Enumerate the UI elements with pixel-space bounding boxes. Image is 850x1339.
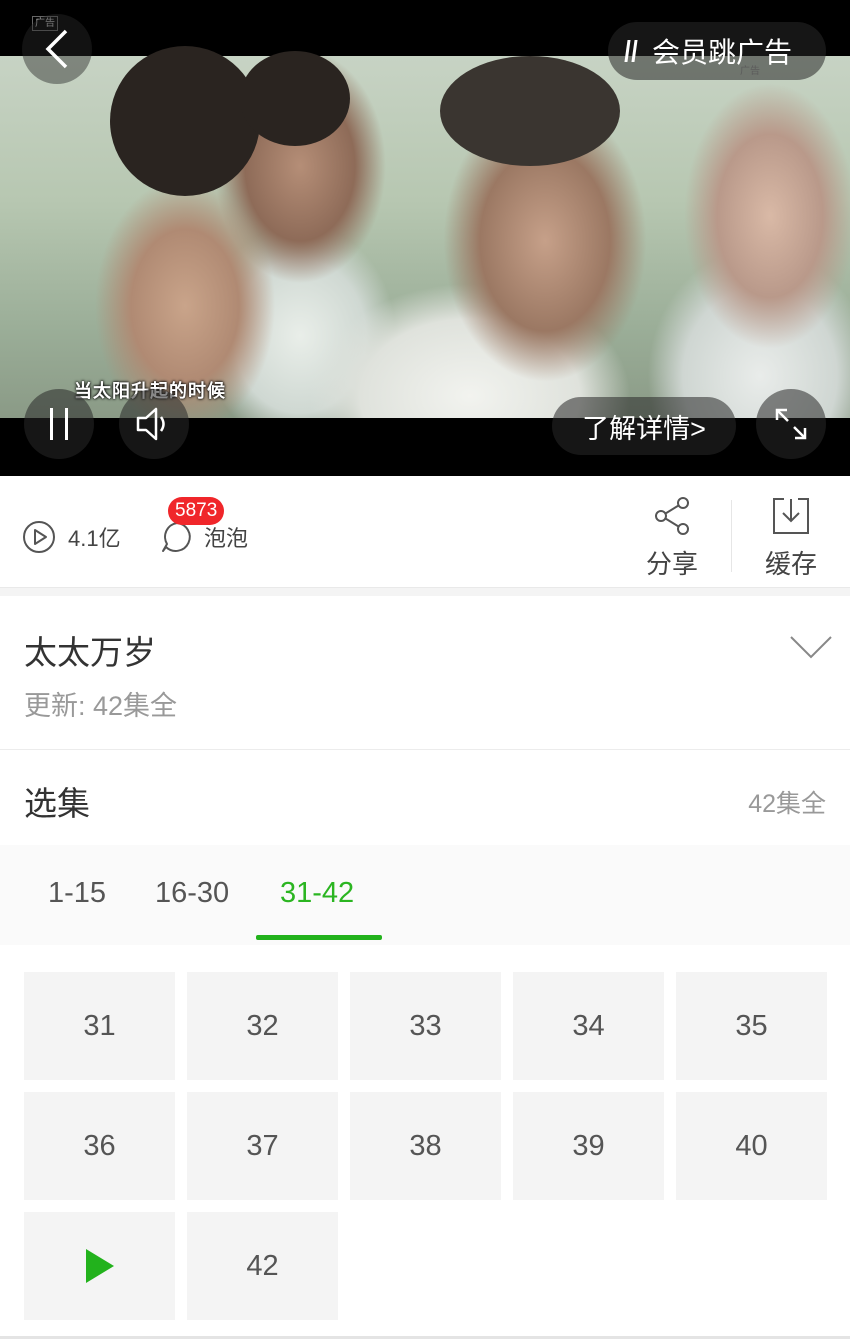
hair-shape [440,56,620,166]
episodes-title: 选集 [24,785,90,822]
share-icon [655,497,689,535]
episode-range-tabs: 1-15 16-30 31-42 [0,845,850,945]
play-count: 4.1亿 [22,520,121,554]
active-tab-indicator [256,935,382,940]
stats-bar: 4.1亿 泡泡 5873 分享 缓存 [0,476,850,588]
share-label: 分享 [645,549,698,579]
episode-41-playing[interactable] [24,1212,175,1320]
share-button[interactable]: 分享 [632,494,712,581]
bubble-label: 泡泡 [204,526,249,551]
section-separator [0,588,850,596]
skip-ad-button[interactable]: 会员跳广告 [608,22,826,80]
hair-shape [240,51,350,146]
episode-34[interactable]: 34 [513,972,664,1080]
show-title: 太太万岁 [24,634,156,671]
volume-icon [136,407,165,441]
episode-31[interactable]: 31 [24,972,175,1080]
hair-shape [110,46,260,196]
cache-label: 缓存 [764,549,817,579]
bubble-badge: 5873 [168,497,225,525]
skip-ad-label: 会员跳广告 [652,37,793,68]
play-count-value: 4.1亿 [68,526,121,551]
episode-35[interactable]: 35 [676,972,827,1080]
tab-range-1-15[interactable]: 1-15 [48,877,106,910]
show-update-status: 更新: 42集全 [24,691,178,721]
episode-33[interactable]: 33 [350,972,501,1080]
back-arrow-icon [45,29,68,69]
episode-32[interactable]: 32 [187,972,338,1080]
fullscreen-icon [775,408,807,440]
chevron-down-icon[interactable] [788,632,834,662]
episodes-count[interactable]: 42集全 [748,784,826,820]
play-count-icon [23,521,55,553]
episode-42[interactable]: 42 [187,1212,338,1320]
episode-38[interactable]: 38 [350,1092,501,1200]
episodes-header: 选集 42集全 [0,751,850,845]
fullscreen-button[interactable] [756,389,826,459]
pause-icon [624,40,638,62]
pause-icon [50,408,68,440]
episode-36[interactable]: 36 [24,1092,175,1200]
volume-button[interactable] [119,389,189,459]
download-icon [773,498,809,534]
learn-more-button[interactable]: 了解详情> [552,397,736,455]
back-button[interactable] [22,14,92,84]
bubble-icon [162,522,191,552]
episode-39[interactable]: 39 [513,1092,664,1200]
cache-button[interactable]: 缓存 [751,494,831,581]
play-icon [85,1249,114,1283]
video-frame [0,46,850,418]
pause-button[interactable] [24,389,94,459]
episode-40[interactable]: 40 [676,1092,827,1200]
tab-range-31-42[interactable]: 31-42 [280,877,354,910]
divider [731,500,732,572]
show-info: 太太万岁 更新: 42集全 [0,596,850,750]
video-player[interactable]: 广告 广告 当太阳升起的时候 会员跳广告 了解详情> [0,0,850,476]
bubble-link[interactable]: 泡泡 [160,520,248,554]
tab-range-16-30[interactable]: 16-30 [155,877,229,910]
episode-37[interactable]: 37 [187,1092,338,1200]
